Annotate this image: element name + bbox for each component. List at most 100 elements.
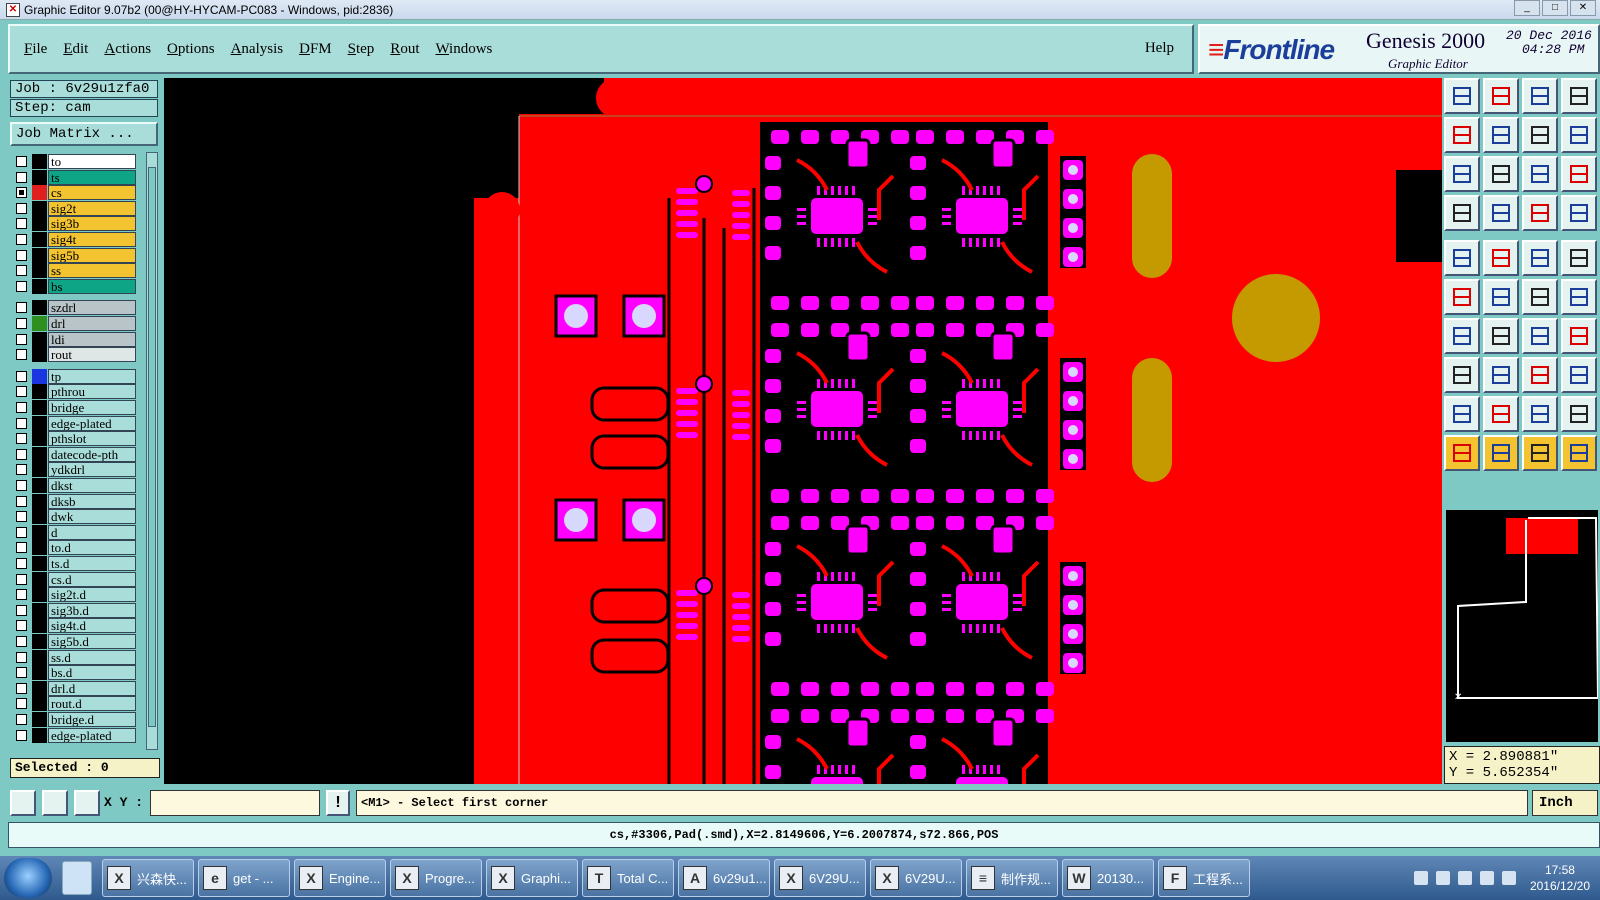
- layer-name[interactable]: to: [48, 154, 136, 169]
- volume-icon[interactable]: [1501, 871, 1516, 885]
- layer-row[interactable]: sig3b.d: [10, 602, 142, 618]
- layer-color-swatch[interactable]: [32, 727, 47, 743]
- layer-row[interactable]: rout.d: [10, 696, 142, 712]
- save-icon[interactable]: [1483, 78, 1519, 114]
- layer-name[interactable]: d: [48, 524, 136, 540]
- layer-row[interactable]: edge-plated: [10, 727, 142, 743]
- layer-color-swatch[interactable]: [32, 154, 47, 169]
- capture-icon[interactable]: [1444, 240, 1480, 276]
- layer-name[interactable]: sig4t: [48, 232, 136, 247]
- layer-checkbox[interactable]: [16, 714, 27, 725]
- layer-checkbox[interactable]: [16, 729, 27, 741]
- layer-row[interactable]: dkst: [10, 478, 142, 493]
- layer-color-swatch[interactable]: [32, 347, 47, 363]
- layer-color-swatch[interactable]: [32, 316, 47, 331]
- layer-color-swatch[interactable]: [32, 571, 47, 587]
- layer-name[interactable]: dksb: [48, 493, 136, 509]
- cross-icon[interactable]: [1483, 279, 1519, 315]
- layer-color-swatch[interactable]: [32, 331, 47, 347]
- layer-checkbox[interactable]: [16, 542, 27, 554]
- layer-row[interactable]: ss: [10, 263, 142, 279]
- layer-checkbox[interactable]: [16, 495, 27, 507]
- layer-row[interactable]: drl: [10, 316, 142, 331]
- graphic-canvas[interactable]: [164, 78, 1442, 784]
- layer-name[interactable]: szdrl: [48, 300, 136, 316]
- pointer-icon[interactable]: [1444, 435, 1480, 471]
- layer-name[interactable]: datecode-pth: [48, 446, 136, 462]
- minus-icon[interactable]: [1483, 357, 1519, 393]
- query-icon[interactable]: [1561, 156, 1597, 192]
- layer-checkbox[interactable]: [16, 526, 27, 538]
- zoom-out-icon[interactable]: [1483, 117, 1519, 153]
- layer-name[interactable]: bridge: [48, 400, 136, 415]
- tray-icon[interactable]: [1457, 871, 1472, 885]
- layer-color-swatch[interactable]: [32, 278, 47, 294]
- layer-name[interactable]: rout.d: [48, 696, 136, 712]
- layer-color-swatch[interactable]: [32, 696, 47, 712]
- slope-icon[interactable]: [1444, 318, 1480, 354]
- layer-row[interactable]: bs: [10, 278, 142, 294]
- menu-help[interactable]: Help: [1145, 40, 1174, 57]
- arc-icon[interactable]: [1561, 279, 1597, 315]
- layer-name[interactable]: ss.d: [48, 649, 136, 665]
- layer-color-swatch[interactable]: [32, 602, 47, 618]
- touch-icon[interactable]: [1522, 435, 1558, 471]
- grid-icon[interactable]: [1483, 195, 1519, 231]
- layer-name[interactable]: sig3b.d: [48, 602, 136, 618]
- polygon-icon[interactable]: [1483, 240, 1519, 276]
- line-icon[interactable]: [1522, 279, 1558, 315]
- layer-name[interactable]: drl: [48, 316, 136, 331]
- layer-name[interactable]: rout: [48, 347, 136, 363]
- layer-checkbox[interactable]: [16, 651, 27, 663]
- layer-name[interactable]: dkst: [48, 478, 136, 493]
- taskbar-item[interactable]: X 兴森快...: [102, 859, 194, 897]
- zoom-fit-icon[interactable]: [1444, 156, 1480, 192]
- layer-row[interactable]: ldi: [10, 331, 142, 347]
- close-button[interactable]: ✕: [1570, 0, 1596, 16]
- layer-color-swatch[interactable]: [32, 368, 47, 384]
- job-matrix-button[interactable]: Job Matrix ...: [10, 122, 158, 146]
- layer-color-swatch[interactable]: [32, 232, 47, 247]
- layer-name[interactable]: sig5b: [48, 247, 136, 263]
- units-selector[interactable]: Inch: [1532, 790, 1598, 816]
- layer-scrollbar[interactable]: [146, 152, 158, 750]
- layer-color-swatch[interactable]: [32, 384, 47, 400]
- layer-row[interactable]: d: [10, 524, 142, 540]
- snap-icon[interactable]: [1561, 195, 1597, 231]
- layer-color-swatch[interactable]: [32, 415, 47, 431]
- snap-icon[interactable]: [10, 790, 36, 816]
- layer-color-swatch[interactable]: [32, 509, 47, 525]
- layer-row[interactable]: bridge: [10, 400, 142, 415]
- layer-name[interactable]: dwk: [48, 509, 136, 525]
- tray-icon[interactable]: [1413, 871, 1428, 885]
- layer-row[interactable]: ss.d: [10, 649, 142, 665]
- layer-color-swatch[interactable]: [32, 185, 47, 201]
- mirror-icon[interactable]: [1561, 318, 1597, 354]
- layer-color-swatch[interactable]: [32, 712, 47, 727]
- layer-checkbox[interactable]: [16, 171, 27, 183]
- layer-checkbox[interactable]: [16, 318, 27, 329]
- layer-checkbox[interactable]: [16, 433, 27, 445]
- taskbar-item[interactable]: T Total C...: [582, 859, 674, 897]
- zoom-in-icon[interactable]: [1444, 117, 1480, 153]
- taskbar-item[interactable]: F 工程系...: [1158, 859, 1250, 897]
- layer-name[interactable]: edge-plated: [48, 727, 136, 743]
- measure-icon[interactable]: [42, 790, 68, 816]
- layer-color-swatch[interactable]: [32, 493, 47, 509]
- taskbar-item[interactable]: X Graphi...: [486, 859, 578, 897]
- filter-icon[interactable]: [1444, 195, 1480, 231]
- layer-color-swatch[interactable]: [32, 634, 47, 649]
- taskbar-item[interactable]: W 20130...: [1062, 859, 1154, 897]
- menu-rout[interactable]: Rout: [390, 41, 419, 58]
- layer-color-swatch[interactable]: [32, 200, 47, 216]
- layer-color-swatch[interactable]: [32, 618, 47, 634]
- triangle-icon[interactable]: [1444, 396, 1480, 432]
- layer-color-swatch[interactable]: [32, 649, 47, 665]
- layer-checkbox[interactable]: [16, 386, 27, 398]
- menu-windows[interactable]: Windows: [435, 41, 492, 58]
- layer-row[interactable]: sig3b: [10, 216, 142, 232]
- tray-icon[interactable]: [1479, 871, 1494, 885]
- tray-icon[interactable]: [1435, 871, 1450, 885]
- layer-color-swatch[interactable]: [32, 587, 47, 603]
- resize-icon[interactable]: [1522, 357, 1558, 393]
